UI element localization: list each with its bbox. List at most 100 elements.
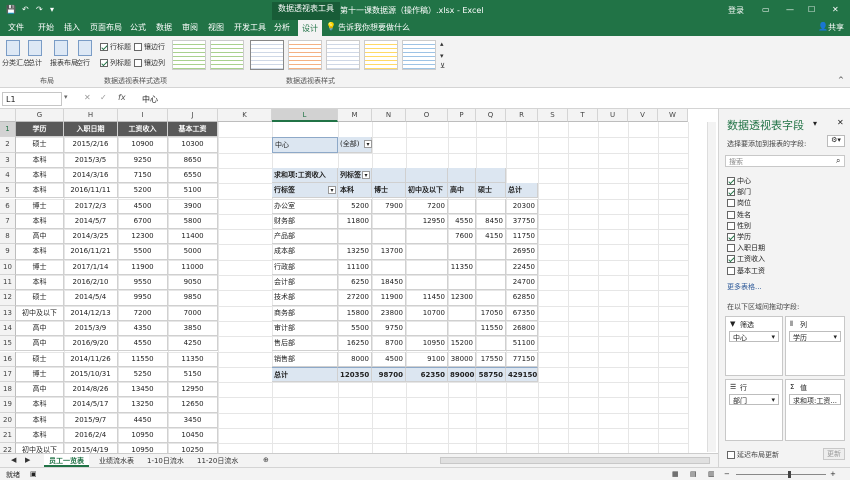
source-cell[interactable]: 2017/1/14 <box>64 259 118 275</box>
collapse-ribbon-icon[interactable]: ^ <box>838 76 844 84</box>
pivot-value-cell[interactable]: 12300 <box>448 290 476 306</box>
row-header-9[interactable]: 9 <box>0 244 16 260</box>
source-cell[interactable]: 5250 <box>118 366 168 383</box>
pivot-value-cell[interactable]: 7900 <box>372 198 406 214</box>
pivot-value-cell[interactable]: 13700 <box>372 244 406 260</box>
pivot-col-header[interactable]: 本科 <box>338 183 372 199</box>
checkbox-checked-icon[interactable] <box>727 177 735 185</box>
row-header-22[interactable]: 22 <box>0 443 16 453</box>
add-sheet-icon[interactable]: ⊕ <box>258 454 274 467</box>
source-cell[interactable]: 2015/4/19 <box>64 443 118 453</box>
source-cell[interactable]: 9550 <box>118 275 168 291</box>
source-cell[interactable]: 2014/5/7 <box>64 213 118 230</box>
checkbox-checked-icon[interactable] <box>727 233 735 241</box>
pivot-value-cell[interactable]: 15200 <box>448 336 476 352</box>
column-header-H[interactable]: H <box>64 109 118 122</box>
sheet-tab-flow-11-20[interactable]: 11-20日流水 <box>192 454 243 467</box>
report-layout-icon[interactable] <box>54 40 68 56</box>
source-cell[interactable]: 博士 <box>16 198 64 214</box>
source-cell[interactable]: 9950 <box>118 290 168 306</box>
source-cell[interactable]: 10900 <box>118 137 168 153</box>
source-cell[interactable]: 2014/12/13 <box>64 305 118 321</box>
pivot-total-cell[interactable]: 62350 <box>406 366 448 383</box>
filter-dropdown-icon[interactable]: ▾ <box>364 140 372 149</box>
pivot-value-cell[interactable]: 4550 <box>448 213 476 230</box>
row-header-16[interactable]: 16 <box>0 351 16 367</box>
more-tables-link[interactable]: 更多表格... <box>727 282 762 292</box>
column-header-Q[interactable]: Q <box>476 109 506 122</box>
source-cell[interactable]: 本科 <box>16 183 64 199</box>
source-cell[interactable]: 本科 <box>16 428 64 444</box>
pivot-col-header[interactable]: 高中 <box>448 183 476 199</box>
source-cell[interactable]: 2016/2/4 <box>64 428 118 444</box>
field-item[interactable]: 姓名 <box>727 210 751 220</box>
pivot-value-cell[interactable]: 16250 <box>338 336 372 352</box>
source-cell[interactable]: 9050 <box>168 275 218 291</box>
source-cell[interactable]: 本科 <box>16 397 64 413</box>
column-header-M[interactable]: M <box>338 109 372 122</box>
pivot-total-cell[interactable]: 98700 <box>372 366 406 383</box>
pivot-row-label-cell[interactable]: 商务部 <box>272 305 338 321</box>
namebox-dropdown-icon[interactable]: ▾ <box>64 93 68 101</box>
source-cell[interactable]: 3850 <box>168 320 218 337</box>
pivot-value-cell[interactable] <box>372 213 406 230</box>
row-header-18[interactable]: 18 <box>0 382 16 398</box>
checkbox-checked-icon[interactable] <box>100 59 108 67</box>
name-box[interactable]: L1 <box>2 92 62 106</box>
tools-gear-icon[interactable]: ⚙▾ <box>827 135 845 147</box>
source-cell[interactable]: 3450 <box>168 412 218 428</box>
field-search-input[interactable]: 搜索 <box>725 155 845 167</box>
pivot-row-label-cell[interactable]: 财务部 <box>272 213 338 230</box>
row-header-15[interactable]: 15 <box>0 336 16 352</box>
pivot-row-label-cell[interactable]: 会计部 <box>272 275 338 291</box>
pivot-value-cell[interactable]: 9750 <box>372 320 406 337</box>
pivot-value-cell[interactable]: 22450 <box>506 259 538 275</box>
sheet-next-icon[interactable]: ▶ <box>20 454 35 467</box>
source-cell[interactable]: 10250 <box>168 443 218 453</box>
pivot-value-cell[interactable] <box>476 290 506 306</box>
source-cell[interactable]: 4450 <box>118 412 168 428</box>
pivot-value-cell[interactable]: 11550 <box>476 320 506 337</box>
source-cell[interactable]: 7200 <box>118 305 168 321</box>
source-cell[interactable]: 2015/3/5 <box>64 152 118 168</box>
source-cell[interactable]: 2015/3/9 <box>64 320 118 337</box>
source-cell[interactable]: 5000 <box>168 244 218 260</box>
source-cell[interactable]: 11900 <box>118 259 168 275</box>
pivot-value-cell[interactable]: 4500 <box>372 351 406 367</box>
pivot-value-cell[interactable] <box>448 275 476 291</box>
source-cell[interactable]: 初中及以下 <box>16 305 64 321</box>
checkbox-icon[interactable] <box>727 244 735 253</box>
row-header-2[interactable]: 2 <box>0 137 16 153</box>
pivot-value-cell[interactable]: 11100 <box>338 259 372 275</box>
styles-scroll-down-icon[interactable]: ▾ <box>440 52 444 60</box>
pivot-value-cell[interactable]: 62850 <box>506 290 538 306</box>
pivot-value-cell[interactable] <box>338 229 372 245</box>
checkbox-checked-icon[interactable] <box>727 188 735 197</box>
checkbox-icon[interactable] <box>727 210 735 219</box>
source-cell[interactable]: 3900 <box>168 198 218 214</box>
source-cell[interactable]: 2014/3/16 <box>64 167 118 184</box>
share-icon[interactable]: 👤 <box>818 22 828 31</box>
column-header-J[interactable]: J <box>168 109 218 122</box>
source-cell[interactable]: 本科 <box>16 167 64 184</box>
pivot-col-header[interactable]: 初中及以下 <box>406 183 448 199</box>
source-cell[interactable]: 12300 <box>118 229 168 245</box>
source-cell[interactable]: 高中 <box>16 336 64 352</box>
dropdown-icon[interactable]: ▾ <box>833 333 837 341</box>
pivot-value-cell[interactable]: 10950 <box>406 336 448 352</box>
source-cell[interactable]: 11400 <box>168 229 218 245</box>
field-item[interactable]: 工资收入 <box>727 254 765 264</box>
pivot-value-cell[interactable]: 38000 <box>448 351 476 367</box>
pivot-row-label-cell[interactable]: 成本部 <box>272 244 338 260</box>
tell-me-search[interactable]: 告诉我你想要做什么 <box>338 22 410 33</box>
tab-review[interactable]: 审阅 <box>182 22 198 33</box>
source-cell[interactable]: 11550 <box>118 351 168 367</box>
source-cell[interactable]: 5200 <box>118 183 168 199</box>
subtotals-button[interactable]: 分类汇总 <box>2 58 30 68</box>
source-cell[interactable]: 2014/5/4 <box>64 290 118 306</box>
pivot-style-5[interactable] <box>326 40 360 70</box>
pivot-style-6[interactable] <box>364 40 398 70</box>
pivot-header-fill[interactable] <box>476 167 506 184</box>
columns-item-education[interactable]: 学历 ▾ <box>789 331 841 342</box>
column-header-W[interactable]: W <box>658 109 688 122</box>
